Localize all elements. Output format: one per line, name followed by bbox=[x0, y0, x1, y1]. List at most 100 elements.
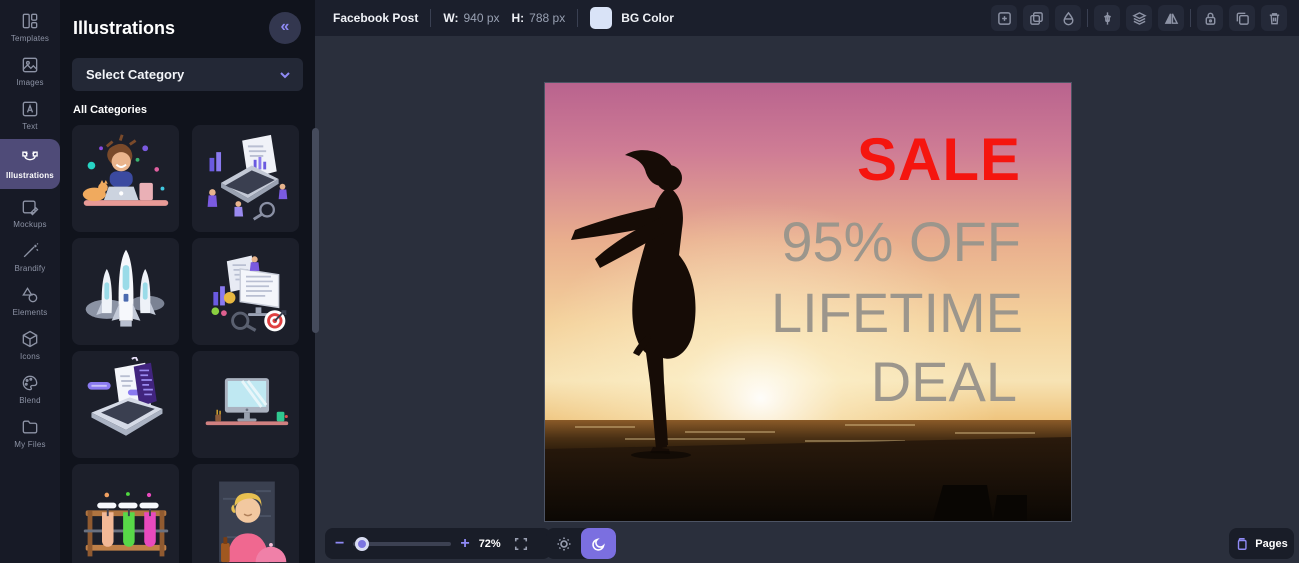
illustration-thumb[interactable] bbox=[192, 351, 299, 458]
sale-headline[interactable]: SALE bbox=[857, 126, 1021, 193]
toolbar-right-group bbox=[991, 5, 1287, 31]
illustration-thumb[interactable] bbox=[72, 351, 179, 458]
laptop-web-development-illustration bbox=[87, 356, 162, 436]
chevron-down-icon bbox=[280, 71, 290, 78]
brandify-icon bbox=[23, 243, 39, 258]
sidebar-item-label: Elements bbox=[12, 308, 48, 317]
design-canvas[interactable]: SALE 95% OFF LIFETIME DEAL bbox=[545, 83, 1071, 521]
layers-icon bbox=[1131, 11, 1147, 25]
flip-horizontal-icon bbox=[1164, 12, 1178, 24]
illustrations-panel: Illustrations « Select Category All Cate… bbox=[60, 0, 319, 563]
align-button[interactable] bbox=[1094, 5, 1120, 31]
sidebar-item-label: Mockups bbox=[13, 220, 47, 229]
canvas-resize-button[interactable] bbox=[991, 5, 1017, 31]
zoom-percentage: 72% bbox=[478, 537, 501, 550]
light-mode-button[interactable] bbox=[546, 528, 581, 559]
category-dropdown-value: Select Category bbox=[86, 67, 185, 82]
toolbar-left-group: Facebook Post W: 940 px H: 788 px BG Col… bbox=[333, 7, 674, 29]
color-drop-button[interactable] bbox=[1055, 5, 1081, 31]
chef-with-dish-illustration bbox=[218, 481, 286, 562]
category-dropdown[interactable]: Select Category bbox=[72, 58, 303, 91]
sidebar-item-images[interactable]: Images bbox=[0, 49, 60, 93]
sidebar-item-illustrations[interactable]: Illustrations bbox=[0, 139, 60, 189]
bg-color-control[interactable]: BG Color bbox=[590, 7, 674, 29]
zoom-slider[interactable] bbox=[353, 536, 452, 551]
sidebar-item-label: Brandify bbox=[14, 264, 46, 273]
delete-button[interactable] bbox=[1261, 5, 1287, 31]
height-value: 788 px bbox=[529, 11, 566, 25]
duplicate-button[interactable] bbox=[1229, 5, 1255, 31]
offer-line-2[interactable]: LIFETIME bbox=[771, 281, 1023, 344]
canvas-resize-icon bbox=[997, 11, 1011, 25]
bg-color-swatch[interactable] bbox=[590, 7, 613, 29]
icon-sidebar: Templates Images Text Illustrations Mock… bbox=[0, 0, 60, 563]
toolbar-divider bbox=[577, 9, 579, 27]
panel-scrollbar[interactable] bbox=[312, 128, 319, 333]
toolbar-divider bbox=[1087, 9, 1088, 27]
folder-icon bbox=[22, 420, 38, 434]
all-categories-label: All Categories bbox=[73, 104, 147, 116]
templates-icon bbox=[22, 13, 38, 29]
width-label: W: bbox=[443, 11, 459, 25]
color-drop-icon bbox=[1062, 11, 1074, 25]
align-center-icon bbox=[1103, 11, 1111, 25]
dark-mode-button[interactable] bbox=[581, 528, 616, 559]
images-icon bbox=[22, 57, 38, 73]
offer-line-1[interactable]: 95% OFF bbox=[781, 210, 1021, 273]
pages-label: Pages bbox=[1255, 537, 1288, 550]
sidebar-item-label: Illustrations bbox=[6, 171, 54, 180]
layers-button[interactable] bbox=[1126, 5, 1152, 31]
website-analysis-target-illustration bbox=[210, 255, 286, 332]
fit-screen-button[interactable] bbox=[514, 537, 528, 551]
sidebar-item-icons[interactable]: Icons bbox=[0, 323, 60, 367]
illustration-thumb[interactable] bbox=[72, 125, 179, 232]
illustration-thumb[interactable] bbox=[72, 238, 179, 345]
sidebar-item-mockups[interactable]: Mockups bbox=[0, 191, 60, 235]
design-editor-app: Templates Images Text Illustrations Mock… bbox=[0, 0, 1299, 563]
beach-foreground bbox=[545, 437, 1071, 521]
height-label: H: bbox=[511, 11, 525, 25]
zoom-slider-thumb[interactable] bbox=[355, 536, 370, 551]
illustration-thumb[interactable] bbox=[192, 125, 299, 232]
illustration-thumb[interactable] bbox=[72, 464, 179, 563]
sidebar-item-blend[interactable]: Blend bbox=[0, 367, 60, 411]
offer-line-3[interactable]: DEAL bbox=[871, 350, 1017, 413]
sidebar-item-elements[interactable]: Elements bbox=[0, 279, 60, 323]
illustration-thumb[interactable] bbox=[192, 464, 299, 563]
flip-button[interactable] bbox=[1158, 5, 1184, 31]
duplicate-icon bbox=[1236, 12, 1249, 25]
panel-title: Illustrations bbox=[73, 17, 176, 38]
pages-button[interactable]: Pages bbox=[1229, 528, 1294, 559]
height-dimension: H: 788 px bbox=[512, 11, 566, 25]
collapse-panel-button[interactable]: « bbox=[269, 12, 301, 44]
crop-icon bbox=[1029, 11, 1043, 25]
sidebar-item-label: Icons bbox=[19, 352, 41, 361]
sidebar-item-my-files[interactable]: My Files bbox=[0, 411, 60, 455]
mockups-icon bbox=[22, 200, 39, 216]
toolbar-divider bbox=[430, 9, 432, 27]
sunset-beach-design: SALE 95% OFF LIFETIME DEAL bbox=[545, 83, 1071, 521]
desktop-workspace-illustration bbox=[205, 377, 288, 425]
zoom-control-bar: − + 72% bbox=[325, 528, 551, 559]
lock-icon bbox=[1205, 12, 1215, 25]
icons-cube-icon bbox=[22, 330, 38, 348]
illustration-thumb[interactable] bbox=[192, 238, 299, 345]
man-laptop-cat-illustration bbox=[82, 133, 168, 206]
sidebar-item-text[interactable]: Text bbox=[0, 93, 60, 137]
pages-icon bbox=[1238, 537, 1247, 550]
sidebar-item-brandify[interactable]: Brandify bbox=[0, 235, 60, 279]
isometric-laptop-analytics-illustration bbox=[207, 134, 287, 221]
width-dimension: W: 940 px bbox=[443, 11, 499, 25]
theme-toggle bbox=[546, 528, 616, 559]
fullscreen-icon bbox=[514, 537, 527, 550]
top-toolbar: Facebook Post W: 940 px H: 788 px BG Col… bbox=[315, 0, 1299, 36]
sidebar-item-label: Images bbox=[16, 78, 44, 87]
lock-button[interactable] bbox=[1197, 5, 1223, 31]
trash-icon bbox=[1269, 12, 1279, 24]
silhouette-shadow bbox=[631, 451, 691, 459]
zoom-out-button[interactable]: − bbox=[335, 535, 344, 552]
crop-button[interactable] bbox=[1023, 5, 1049, 31]
zoom-in-button[interactable]: + bbox=[460, 535, 469, 552]
sidebar-item-templates[interactable]: Templates bbox=[0, 5, 60, 49]
canvas-workspace[interactable]: SALE 95% OFF LIFETIME DEAL − + 72% Pages bbox=[315, 36, 1299, 563]
